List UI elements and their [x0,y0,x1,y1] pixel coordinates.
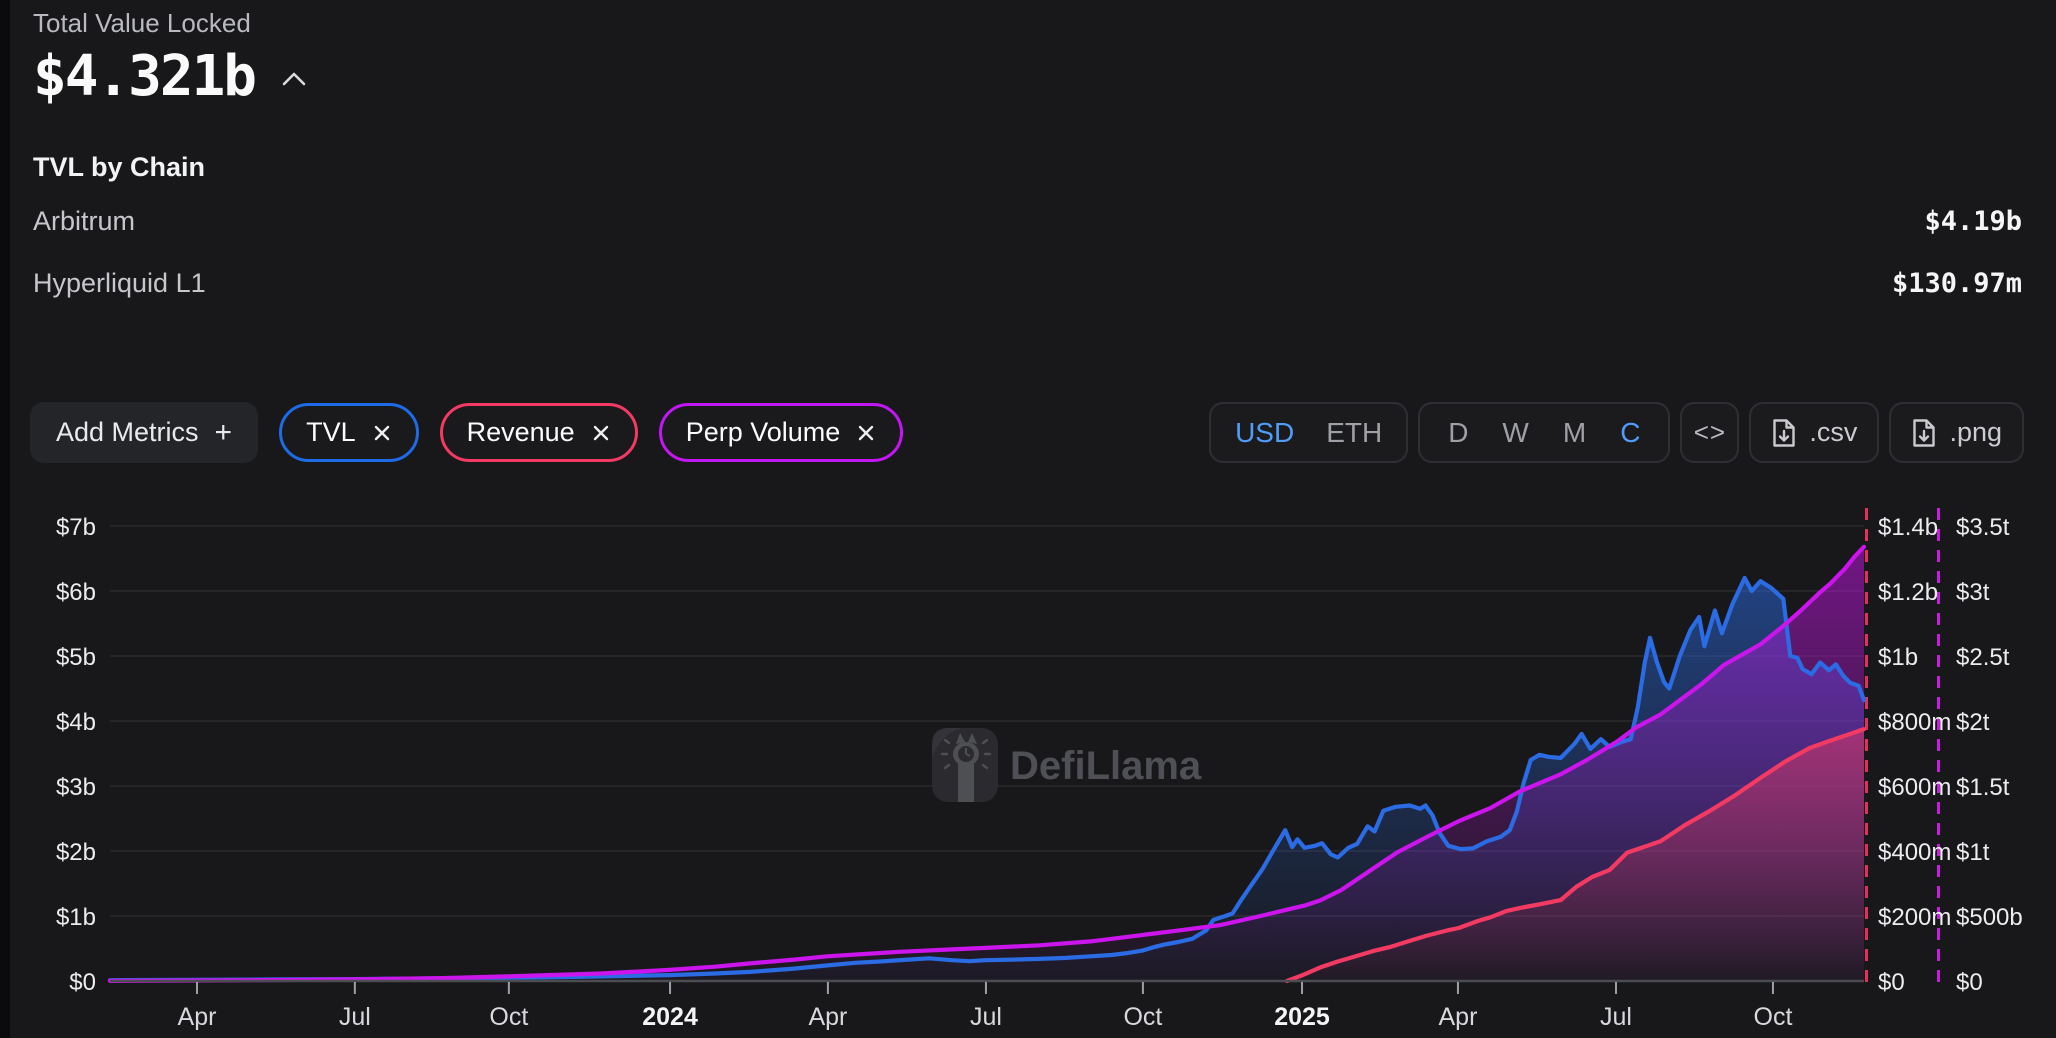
revenue-axis-label: $800m [1878,709,1951,736]
revenue-axis-label: $200m [1878,904,1951,931]
perp-volume-axis-label: $2.5t [1956,644,2010,671]
interval-option-weekly[interactable]: W [1502,417,1528,449]
x-tick-label: 2024 [642,1003,698,1031]
perp-volume-axis-label: $500b [1956,904,2023,931]
pill-label: Perp Volume [686,417,841,448]
left-axis-label: $7b [56,514,96,541]
revenue-axis-label: $1b [1878,644,1918,671]
close-icon[interactable] [372,423,392,443]
left-axis-label: $2b [56,839,96,866]
revenue-axis-label: $1.2b [1878,579,1938,606]
export-label: .csv [1809,417,1857,448]
download-png-button[interactable]: .png [1889,402,2024,463]
x-tick-label: Oct [1123,1003,1162,1031]
perp-volume-axis-label: $3.5t [1956,514,2010,541]
perp-volume-axis-label: $1t [1956,839,1990,866]
perp-volume-axis-label: $2t [1956,709,1990,736]
defillama-watermark: DefiLlama [932,728,1202,802]
interval-toggle: D W M C [1418,402,1670,463]
x-tick-label: Apr [1438,1003,1477,1031]
defillama-chain-dashboard: Total Value Locked $4.321b TVL by Chain … [0,0,2056,1038]
x-tick-label: 2025 [1274,1003,1330,1031]
chain-row-hyperliquid-l1[interactable]: Hyperliquid L1 $130.97m [33,268,2022,299]
x-tick-label: Apr [178,1003,217,1031]
currency-option-eth[interactable]: ETH [1326,417,1382,449]
chain-value: $130.97m [1892,268,2022,299]
perp-volume-axis-label: $0 [1956,969,1983,996]
chain-name: Arbitrum [33,206,135,237]
revenue-axis-label: $600m [1878,774,1951,801]
chain-name: Hyperliquid L1 [33,268,206,299]
left-axis-label: $5b [56,644,96,671]
export-label: .png [1949,417,2002,448]
pill-label: Revenue [467,417,575,448]
metric-pill-tvl[interactable]: TVL [279,403,419,462]
metric-label: Total Value Locked [33,8,251,39]
embed-code-button[interactable]: <> [1680,402,1739,463]
left-axis-label: $0 [69,969,96,996]
revenue-axis-label: $0 [1878,969,1905,996]
left-axis-label: $1b [56,904,96,931]
add-metrics-button[interactable]: Add Metrics + [30,402,258,463]
revenue-axis-label: $1.4b [1878,514,1938,541]
close-icon[interactable] [591,423,611,443]
currency-toggle: USD ETH [1209,402,1408,463]
revenue-axis-label: $400m [1878,839,1951,866]
metric-pill-revenue[interactable]: Revenue [440,403,638,462]
currency-option-usd[interactable]: USD [1235,417,1294,449]
file-download-icon [1771,418,1797,448]
left-axis-label: $6b [56,579,96,606]
toolbar-right-cluster: USD ETH D W M C <> .csv [1209,402,2024,463]
chart-toolbar: Add Metrics + TVL Revenue Perp Volume US… [30,402,2024,463]
breakdown-title: TVL by Chain [33,152,205,183]
perp-volume-axis-label: $3t [1956,579,1990,606]
chevron-up-icon[interactable] [281,71,307,92]
interval-option-daily[interactable]: D [1448,417,1468,449]
interval-option-cumulative[interactable]: C [1620,417,1640,449]
add-metrics-label: Add Metrics [56,417,199,448]
metric-value-row[interactable]: $4.321b [33,44,307,109]
chain-row-arbitrum[interactable]: Arbitrum $4.19b [33,206,2022,237]
perp-volume-axis-label: $1.5t [1956,774,2010,801]
metric-pill-perp-volume[interactable]: Perp Volume [659,403,904,462]
x-tick-label: Oct [489,1003,528,1031]
x-tick-label: Apr [808,1003,847,1031]
code-icon: <> [1694,417,1726,448]
left-axis-label: $3b [56,774,96,801]
metric-value: $4.321b [33,44,255,109]
interval-option-monthly[interactable]: M [1563,417,1586,449]
pill-label: TVL [306,417,356,448]
chart-svg[interactable]: DefiLlama Apr Jul Oct 2024 Apr Jul Oct 2025 Apr Ju… [0,490,2056,1038]
plus-icon: + [215,416,233,450]
x-tick-label: Jul [339,1003,371,1031]
x-tick-label: Oct [1754,1003,1793,1031]
svg-text:DefiLlama: DefiLlama [1010,744,1202,788]
file-download-icon [1911,418,1937,448]
tvl-chart[interactable]: DefiLlama Apr Jul Oct 2024 Apr Jul Oct 2025 Apr Ju… [0,490,2056,1038]
chain-value: $4.19b [1924,206,2022,237]
x-tick-label: Jul [970,1003,1002,1031]
download-csv-button[interactable]: .csv [1749,402,1879,463]
close-icon[interactable] [856,423,876,443]
left-axis-label: $4b [56,709,96,736]
x-tick-label: Jul [1600,1003,1632,1031]
